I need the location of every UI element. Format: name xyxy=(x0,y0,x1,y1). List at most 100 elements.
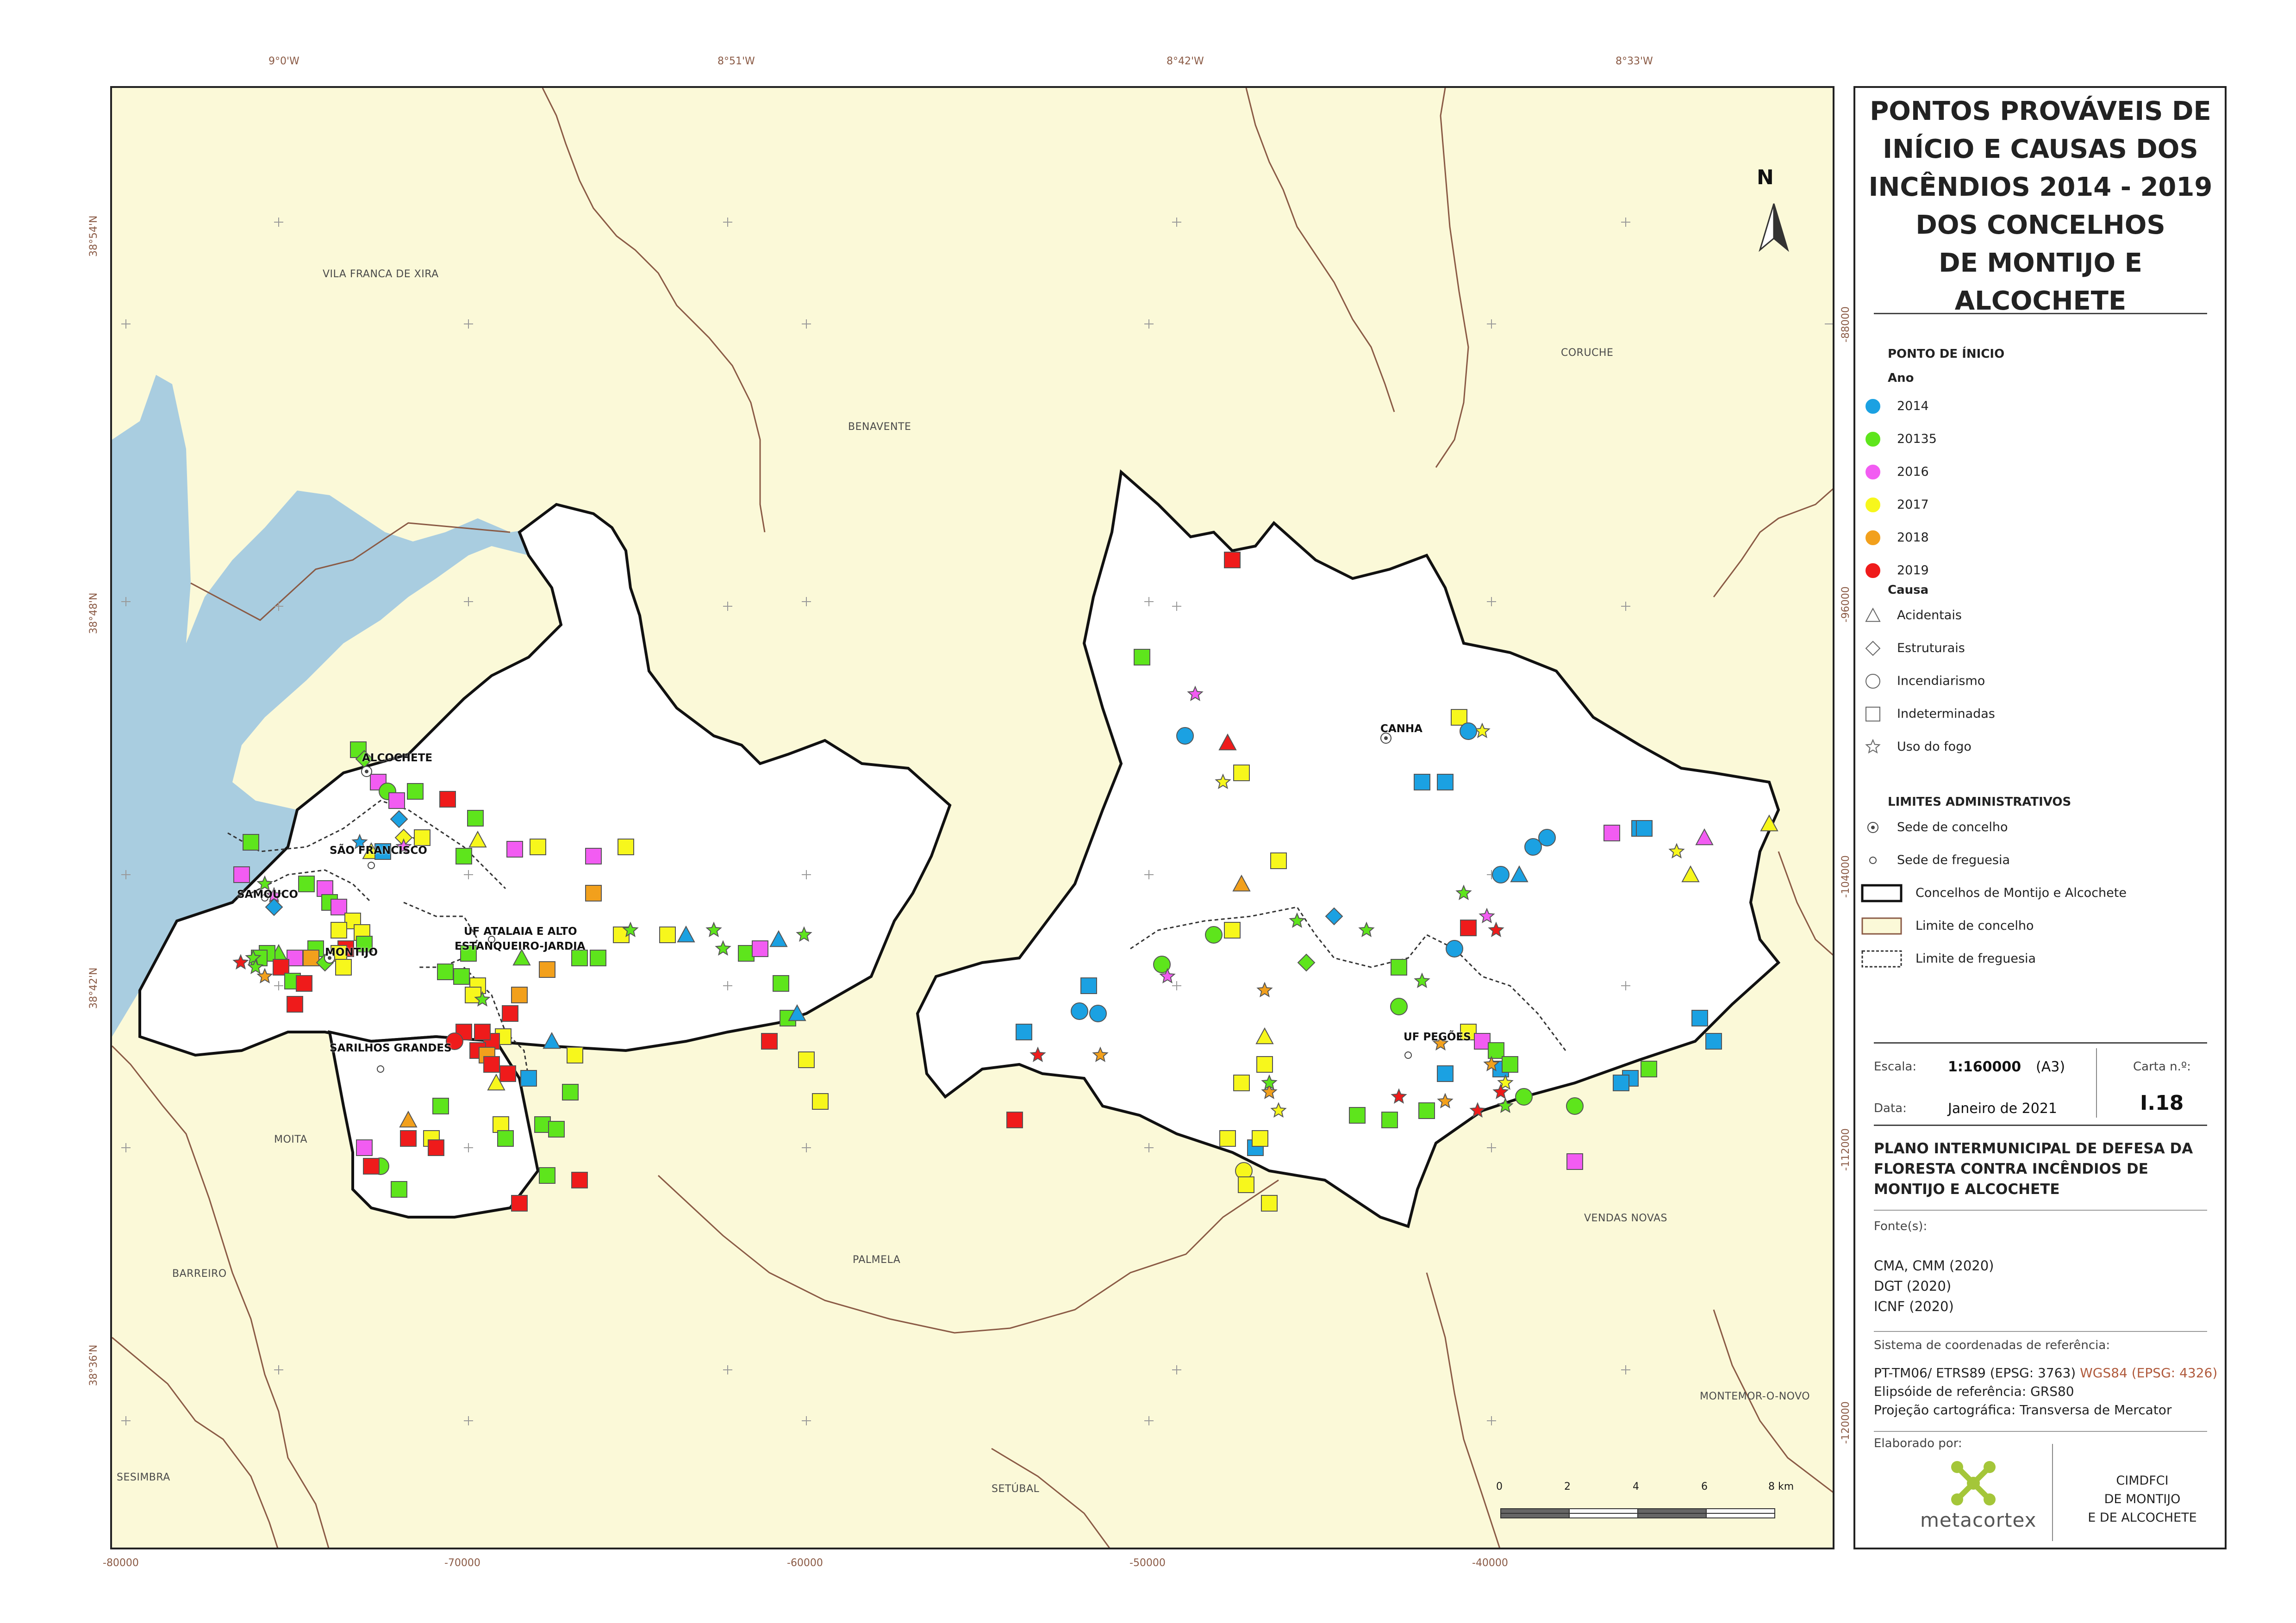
incident-square-icon[interactable] xyxy=(539,961,555,978)
incident-square-icon[interactable] xyxy=(1474,1033,1491,1050)
incident-square-icon[interactable] xyxy=(520,1070,537,1087)
incident-square-icon[interactable] xyxy=(1566,1153,1583,1170)
incident-square-icon[interactable] xyxy=(233,866,250,883)
incident-square-icon[interactable] xyxy=(400,1130,417,1147)
incident-square-icon[interactable] xyxy=(1502,1056,1518,1073)
incident-square-icon[interactable] xyxy=(483,1056,500,1073)
incident-square-icon[interactable] xyxy=(1080,977,1097,994)
incident-square-icon[interactable] xyxy=(618,839,634,855)
incident-square-icon[interactable] xyxy=(499,1065,516,1082)
incident-square-icon[interactable] xyxy=(1219,1130,1236,1147)
incident-square-icon[interactable] xyxy=(298,876,315,892)
incident-circle-icon[interactable] xyxy=(1460,722,1477,740)
incident-square-icon[interactable] xyxy=(1006,1112,1023,1128)
incident-square-icon[interactable] xyxy=(1349,1107,1366,1124)
incident-square-icon[interactable] xyxy=(363,1158,380,1175)
incident-square-icon[interactable] xyxy=(273,959,289,976)
incident-square-icon[interactable] xyxy=(317,880,333,897)
incident-square-icon[interactable] xyxy=(414,829,430,846)
incident-circle-icon[interactable] xyxy=(1390,998,1408,1015)
incident-square-icon[interactable] xyxy=(474,1024,491,1040)
incident-circle-icon[interactable] xyxy=(1089,1005,1107,1022)
incident-square-icon[interactable] xyxy=(287,996,303,1013)
incident-circle-icon[interactable] xyxy=(1446,940,1463,958)
incident-square-icon[interactable] xyxy=(493,1116,509,1133)
incident-square-icon[interactable] xyxy=(1705,1033,1722,1050)
incident-square-icon[interactable] xyxy=(296,975,312,992)
incident-square-icon[interactable] xyxy=(303,950,319,966)
incident-square-icon[interactable] xyxy=(453,968,470,985)
incident-square-icon[interactable] xyxy=(1603,825,1620,841)
incident-circle-icon[interactable] xyxy=(1205,926,1223,944)
incident-square-icon[interactable] xyxy=(1451,709,1467,726)
incident-square-icon[interactable] xyxy=(1224,922,1241,939)
incident-square-icon[interactable] xyxy=(571,950,588,966)
incident-square-icon[interactable] xyxy=(497,1130,514,1147)
incident-square-icon[interactable] xyxy=(1418,1102,1435,1119)
incident-square-icon[interactable] xyxy=(798,1051,815,1068)
incident-square-icon[interactable] xyxy=(548,1121,565,1138)
incident-square-icon[interactable] xyxy=(511,1195,528,1212)
incident-square-icon[interactable] xyxy=(1233,765,1250,781)
incident-square-icon[interactable] xyxy=(437,964,454,980)
incident-square-icon[interactable] xyxy=(1134,649,1150,665)
incident-square-icon[interactable] xyxy=(287,950,303,966)
incident-square-icon[interactable] xyxy=(530,839,546,855)
incident-square-icon[interactable] xyxy=(1252,1130,1268,1147)
incident-square-icon[interactable] xyxy=(1261,1195,1278,1212)
incident-square-icon[interactable] xyxy=(467,810,484,827)
incident-square-icon[interactable] xyxy=(1613,1075,1629,1091)
map-canvas[interactable] xyxy=(112,88,1834,1549)
incident-square-icon[interactable] xyxy=(562,1084,579,1101)
incident-circle-icon[interactable] xyxy=(1538,829,1556,846)
incident-square-icon[interactable] xyxy=(243,834,259,851)
incident-square-icon[interactable] xyxy=(585,885,602,902)
incident-square-icon[interactable] xyxy=(773,975,789,992)
incident-square-icon[interactable] xyxy=(502,1005,518,1022)
incident-square-icon[interactable] xyxy=(1256,1056,1273,1073)
incident-circle-icon[interactable] xyxy=(1176,727,1194,745)
incident-square-icon[interactable] xyxy=(590,950,606,966)
incident-circle-icon[interactable] xyxy=(1071,1002,1088,1020)
incident-square-icon[interactable] xyxy=(432,1098,449,1114)
incident-square-icon[interactable] xyxy=(391,1181,407,1198)
incident-square-icon[interactable] xyxy=(331,899,347,915)
incident-square-icon[interactable] xyxy=(539,1167,555,1184)
incident-square-icon[interactable] xyxy=(534,1116,551,1133)
incident-square-icon[interactable] xyxy=(439,791,456,808)
incident-square-icon[interactable] xyxy=(571,1172,588,1188)
incident-square-icon[interactable] xyxy=(585,848,602,864)
incident-circle-icon[interactable] xyxy=(1566,1097,1584,1115)
incident-circle-icon[interactable] xyxy=(1515,1088,1533,1106)
incident-square-icon[interactable] xyxy=(567,1047,583,1063)
incident-square-icon[interactable] xyxy=(428,1139,444,1156)
incident-square-icon[interactable] xyxy=(1233,1075,1250,1091)
incident-square-icon[interactable] xyxy=(1460,920,1477,936)
incident-square-icon[interactable] xyxy=(1641,1061,1657,1077)
incident-square-icon[interactable] xyxy=(356,1139,373,1156)
incident-square-icon[interactable] xyxy=(511,987,528,1003)
incident-square-icon[interactable] xyxy=(1488,1042,1504,1059)
incident-square-icon[interactable] xyxy=(1270,852,1287,869)
incident-square-icon[interactable] xyxy=(738,945,755,962)
incident-square-icon[interactable] xyxy=(1691,1010,1708,1026)
incident-square-icon[interactable] xyxy=(1437,1065,1454,1082)
incident-square-icon[interactable] xyxy=(407,783,424,800)
incident-square-icon[interactable] xyxy=(455,848,472,864)
incident-square-icon[interactable] xyxy=(388,792,405,809)
incident-square-icon[interactable] xyxy=(1381,1112,1398,1128)
incident-square-icon[interactable] xyxy=(1238,1176,1254,1193)
incident-square-icon[interactable] xyxy=(761,1033,778,1050)
incident-square-icon[interactable] xyxy=(1016,1024,1032,1040)
incident-square-icon[interactable] xyxy=(659,927,676,943)
incident-square-icon[interactable] xyxy=(1414,774,1430,790)
incident-square-icon[interactable] xyxy=(335,959,352,976)
incident-square-icon[interactable] xyxy=(506,841,523,858)
incident-circle-icon[interactable] xyxy=(1492,866,1510,883)
map-frame[interactable]: N VILA FRANCA DE XIRA BENAVENTE CORUCHE … xyxy=(110,86,1834,1549)
incident-square-icon[interactable] xyxy=(1636,820,1653,837)
incident-square-icon[interactable] xyxy=(1391,959,1407,976)
incident-square-icon[interactable] xyxy=(1224,552,1241,568)
incident-square-icon[interactable] xyxy=(1437,774,1454,790)
incident-square-icon[interactable] xyxy=(752,940,768,957)
